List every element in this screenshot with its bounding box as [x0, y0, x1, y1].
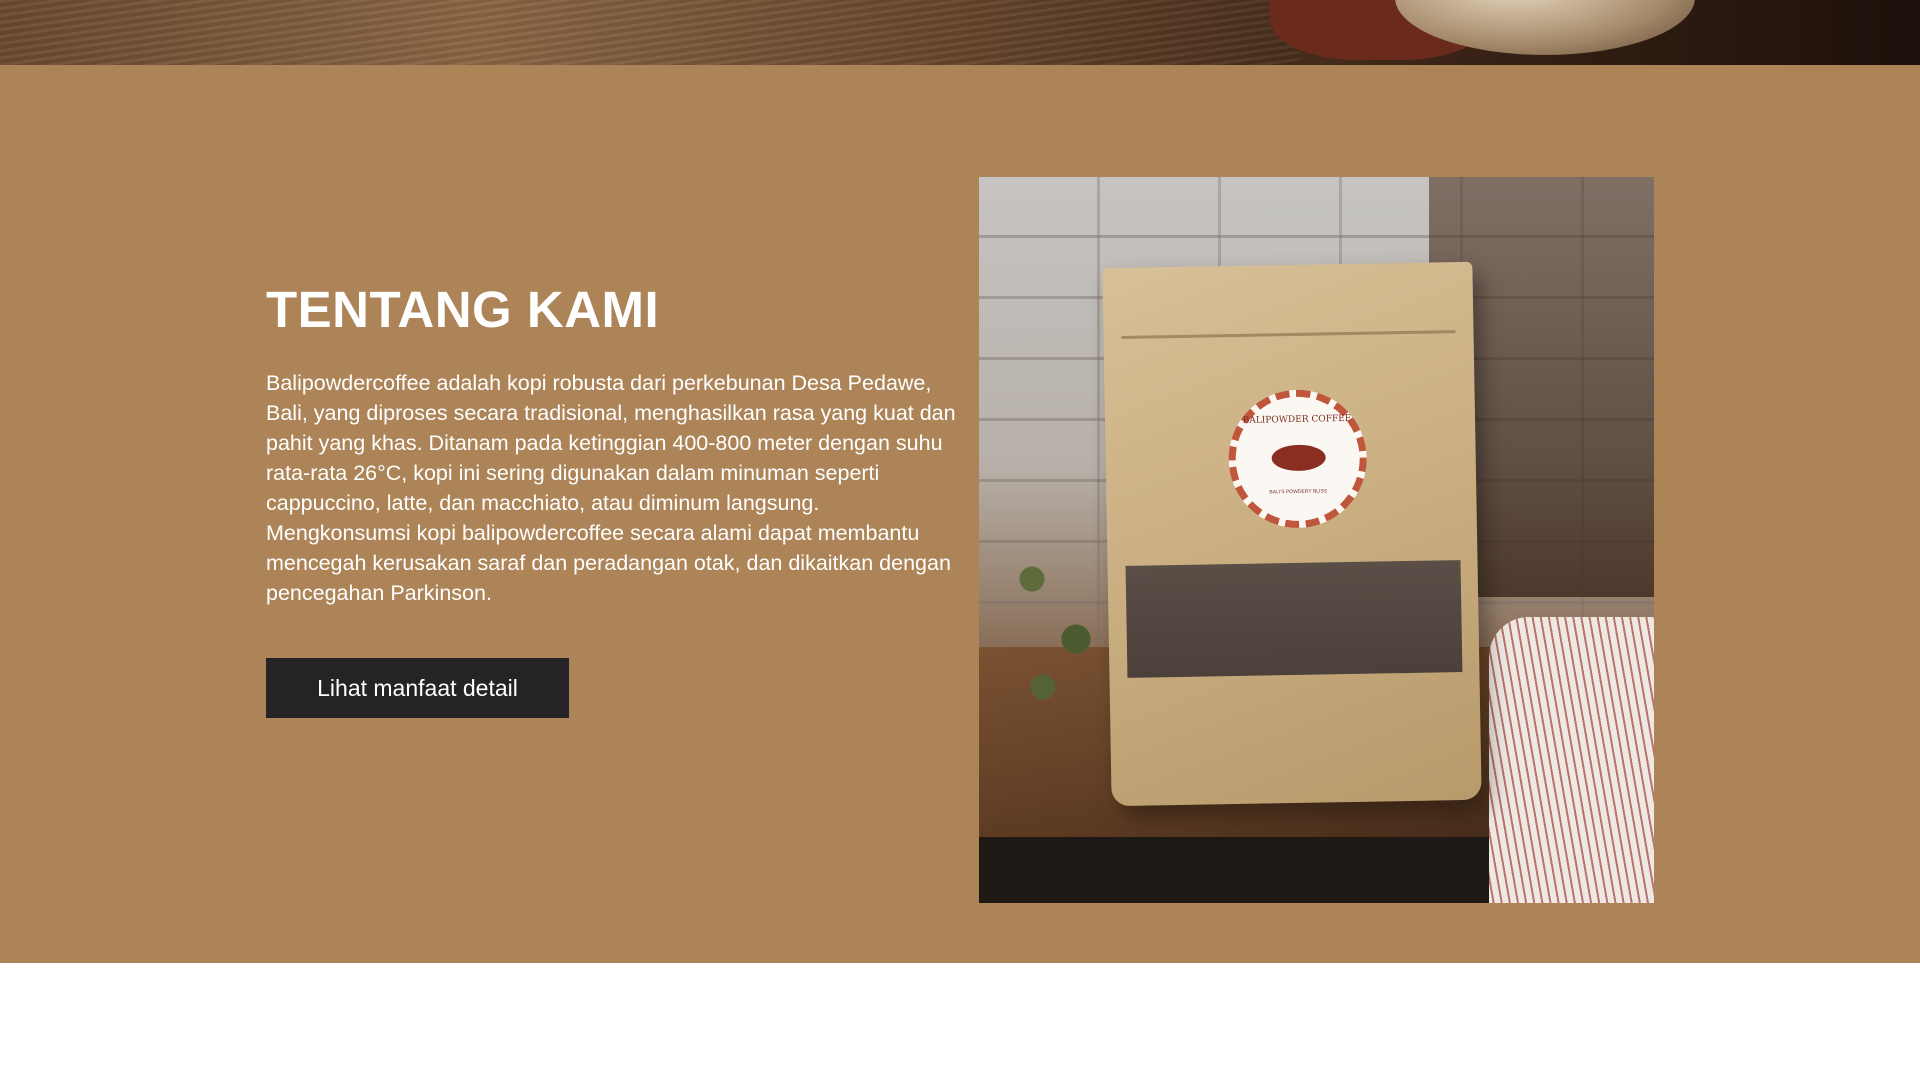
about-description: Balipowdercoffee adalah kopi robusta dar… [266, 371, 956, 605]
about-title: TENTANG KAMI [266, 281, 660, 338]
bag-window [1125, 560, 1463, 678]
brand-logo-text: BALIPOWDER COFFEE [1242, 413, 1352, 426]
brand-tagline: BALI'S POWDERY BLISS [1269, 488, 1328, 496]
plant-decor [999, 507, 1109, 747]
striped-towel [1489, 617, 1654, 903]
top-banner-image [0, 0, 1920, 65]
coffee-bag: BALIPOWDER COFFEE BALI'S POWDERY BLISS [1102, 261, 1482, 807]
see-benefits-button[interactable]: Lihat manfaat detail [266, 658, 569, 718]
about-section: TENTANG KAMI Balipowdercoffee adalah kop… [0, 65, 1920, 963]
wood-grain [0, 0, 1300, 65]
brand-logo-seal: BALIPOWDER COFFEE BALI'S POWDERY BLISS [1227, 388, 1368, 530]
product-photo: BALIPOWDER COFFEE BALI'S POWDERY BLISS [979, 177, 1654, 903]
coffee-beans-icon [1271, 444, 1326, 472]
bag-zip [1121, 330, 1456, 339]
